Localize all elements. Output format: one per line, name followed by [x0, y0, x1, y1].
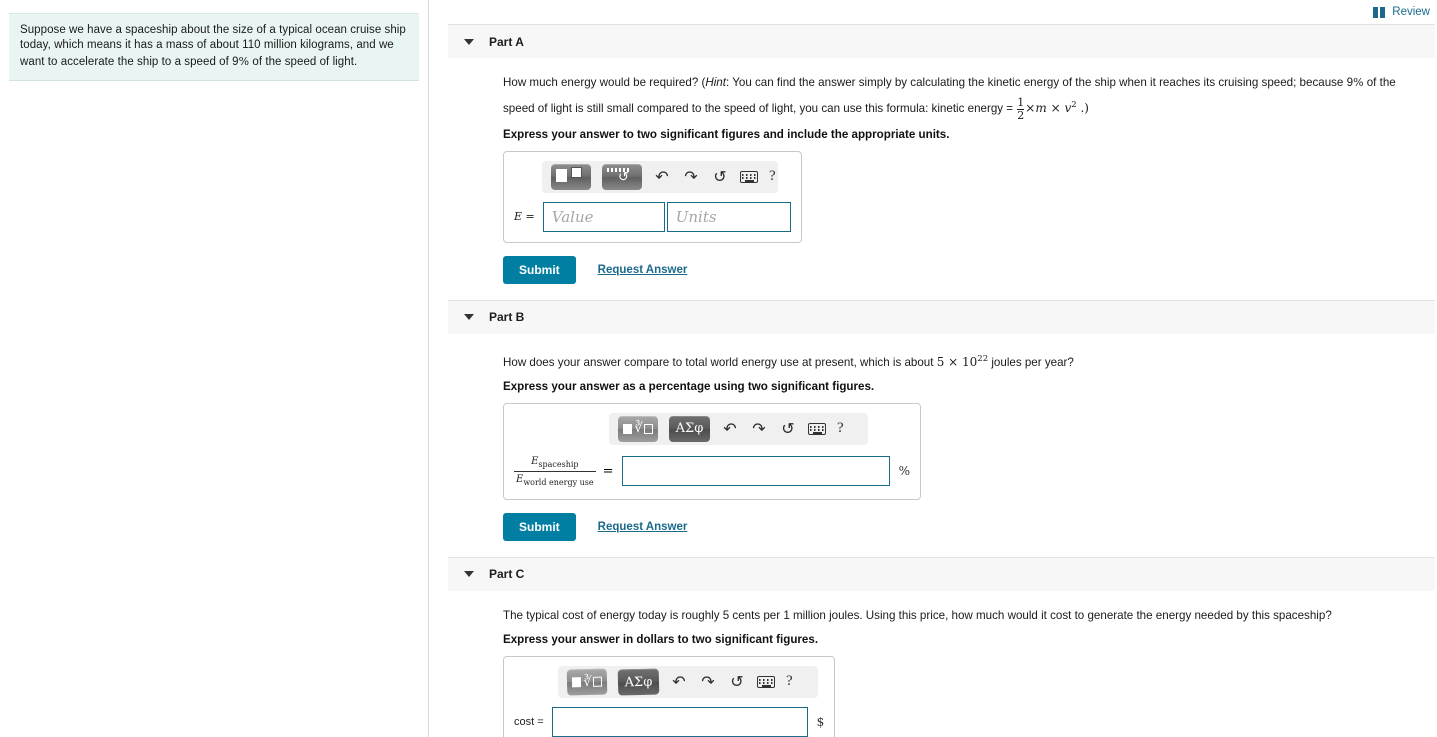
reset-icon[interactable]: ↺	[779, 419, 797, 439]
chevron-down-icon[interactable]	[464, 571, 474, 578]
ratio-denominator: Eworld energy use	[514, 470, 596, 489]
part-a-instruction: Express your answer to two significant f…	[503, 127, 950, 141]
part-c-body: The typical cost of energy today is roug…	[448, 590, 1435, 737]
part-b-header[interactable]: Part B	[448, 300, 1435, 334]
part-c-toolbar: ∛ ΑΣφ ↶ ↷ ↺ ?	[558, 665, 818, 698]
part-a-toolbar: ↶ ↷ ↺ ?	[542, 160, 778, 193]
formula-mass-symbol: m	[1035, 101, 1047, 115]
part-a-value-input[interactable]	[542, 201, 665, 232]
question-a-percent: %	[1353, 76, 1364, 89]
redo-icon[interactable]: ↷	[699, 672, 717, 692]
problem-statement-panel: Suppose we have a spaceship about the si…	[0, 0, 429, 737]
part-a-request-answer-link[interactable]: Request Answer	[598, 264, 688, 276]
help-icon[interactable]: ?	[769, 168, 776, 185]
undo-icon[interactable]: ↶	[653, 167, 671, 187]
root-template-icon[interactable]: ∛	[566, 668, 608, 696]
page-root: Suppose we have a spaceship about the si…	[0, 0, 1437, 737]
part-a-actions: Submit Request Answer	[503, 255, 1435, 284]
part-b-ratio-label: Espaceship Eworld energy use	[514, 454, 596, 489]
part-c-cost-label: cost =	[514, 715, 544, 728]
problem-statement-box: Suppose we have a spaceship about the si…	[9, 13, 419, 82]
reset-icon[interactable]: ↺	[728, 672, 746, 692]
part-c-header[interactable]: Part C	[448, 557, 1435, 591]
problem-statement-text: Suppose we have a spaceship about the si…	[20, 23, 408, 70]
question-b-post: joules per year?	[988, 355, 1074, 369]
part-b-question: How does your answer compare to total wo…	[503, 348, 1428, 374]
formula-one-half: 12	[1017, 96, 1025, 122]
ratio-numerator: Espaceship	[531, 455, 579, 469]
undo-icon[interactable]: ↶	[670, 672, 688, 692]
part-c-question: The typical cost of energy today is roug…	[503, 608, 1332, 622]
keyboard-icon[interactable]	[757, 675, 775, 688]
question-a-pre: How much energy would be required? (	[503, 76, 706, 89]
part-section-a: Part A How much energy would be required…	[448, 24, 1435, 301]
formula-tail: ×m × v2 .)	[1025, 100, 1089, 115]
problem-line-3c: of the speed of light.	[249, 55, 358, 68]
reset-icon[interactable]: ↺	[711, 167, 729, 187]
world-energy-value: 5 × 1022	[936, 353, 989, 369]
part-c-dollar-suffix: $	[816, 714, 825, 729]
part-c-answer-widget: ∛ ΑΣφ ↶ ↷ ↺ ? cost = $	[503, 655, 836, 737]
greek-symbols-icon[interactable]: ΑΣφ	[669, 415, 710, 442]
part-a-header[interactable]: Part A	[448, 25, 1435, 58]
part-a-body: How much energy would be required? (Hint…	[448, 58, 1435, 300]
part-a-eq-label: E =	[514, 210, 535, 224]
template-grid-icon[interactable]	[551, 163, 591, 190]
part-b-answer-input[interactable]	[621, 456, 890, 487]
part-section-b: Part B How does your answer compare to t…	[448, 300, 1435, 558]
template-matrix-icon[interactable]	[602, 163, 642, 190]
review-button[interactable]: Review	[1373, 6, 1430, 18]
part-c-input-row: cost = $	[514, 706, 825, 737]
part-a-input-row: E =	[514, 201, 791, 232]
part-a-question: How much energy would be required? (Hint…	[503, 72, 1428, 122]
part-c-answer-input[interactable]	[551, 706, 808, 737]
problem-line-1: Suppose we have a spaceship about the si…	[20, 24, 406, 36]
part-a-units-input[interactable]	[666, 201, 791, 232]
part-b-instruction: Express your answer as a percentage usin…	[503, 379, 875, 393]
chevron-down-icon[interactable]	[464, 314, 474, 321]
parts-container: Part A How much energy would be required…	[448, 24, 1435, 737]
help-icon[interactable]: ?	[786, 673, 793, 690]
part-b-submit-button[interactable]: Submit	[503, 512, 576, 541]
help-icon[interactable]: ?	[837, 420, 844, 437]
keyboard-icon[interactable]	[740, 170, 758, 183]
part-b-answer-widget: ∛ ΑΣφ ↶ ↷ ↺ ? Espaceship Eworld energy u…	[503, 402, 921, 500]
part-b-actions: Submit Request Answer	[503, 512, 1435, 541]
part-b-input-row: Espaceship Eworld energy use = %	[514, 454, 910, 489]
part-a-title: Part A	[489, 34, 524, 49]
question-a-hint-word: Hint	[705, 76, 726, 89]
part-a-answer-widget: ↶ ↷ ↺ ? E =	[503, 150, 802, 243]
problem-line-3a: to accelerate the ship to a speed of 9	[47, 55, 239, 68]
question-b-pre: How does your answer compare to total wo…	[503, 355, 937, 369]
part-b-equals-sign: =	[602, 463, 614, 479]
part-section-c: Part C The typical cost of energy today …	[448, 557, 1435, 737]
review-bar: Review	[430, 0, 1437, 24]
chevron-down-icon[interactable]	[464, 38, 474, 45]
part-b-request-answer-link[interactable]: Request Answer	[598, 521, 688, 533]
assignment-panel: Review Part A How much energy would be r…	[430, 0, 1437, 737]
part-a-submit-button[interactable]: Submit	[503, 255, 576, 284]
greek-symbols-icon[interactable]: ΑΣφ	[617, 668, 660, 696]
book-icon	[1373, 6, 1386, 18]
root-template-icon[interactable]: ∛	[618, 415, 658, 442]
percent-symbol: %	[238, 54, 250, 68]
part-b-toolbar: ∛ ΑΣφ ↶ ↷ ↺ ?	[609, 412, 868, 445]
part-b-title: Part B	[489, 310, 525, 325]
redo-icon[interactable]: ↷	[750, 419, 768, 439]
question-a-mid: : You can find the answer simply by calc…	[725, 76, 1354, 89]
undo-icon[interactable]: ↶	[721, 419, 739, 439]
review-label: Review	[1392, 6, 1430, 18]
part-c-instruction: Express your answer in dollars to two si…	[503, 632, 819, 646]
redo-icon[interactable]: ↷	[682, 167, 700, 187]
part-c-title: Part C	[489, 567, 525, 582]
part-b-percent-suffix: %	[898, 464, 910, 479]
part-b-body: How does your answer compare to total wo…	[448, 333, 1435, 557]
keyboard-icon[interactable]	[808, 422, 826, 435]
